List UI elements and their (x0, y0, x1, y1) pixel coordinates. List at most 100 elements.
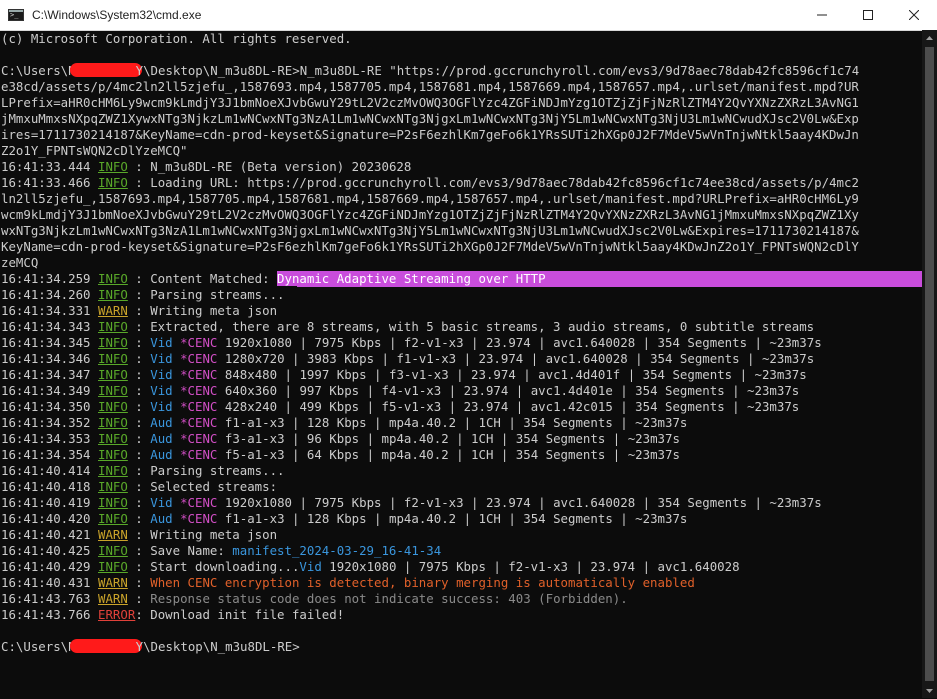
close-button[interactable] (891, 0, 937, 30)
stream-details: 1920x1080 | 7975 Kbps | f2-v1-x3 | 23.97… (217, 335, 822, 350)
timestamp: 16:41:34.259 (1, 271, 98, 286)
scroll-up-button[interactable] (922, 30, 937, 45)
log-level-info: INFO (98, 335, 128, 350)
timestamp: 16:41:40.418 (1, 479, 91, 494)
command-line: C:\Users\N Y\Desktop\N_m3u8DL-RE>N_m3u8DL… (1, 63, 922, 79)
log-level-info: INFO (98, 175, 128, 190)
scroll-down-button[interactable] (922, 683, 937, 698)
highlighted-protocol: Dynamic Adaptive Streaming over HTTP (277, 271, 546, 286)
prompt-line[interactable]: C:\Users\N Y\Desktop\N_m3u8DL-RE> (1, 639, 922, 655)
timestamp: 16:41:34.353 (1, 431, 91, 446)
timestamp: 16:41:34.343 (1, 319, 91, 334)
timestamp: 16:41:40.420 (1, 511, 91, 526)
error-message: : Download init file failed! (135, 607, 345, 622)
log-line: 16:41:40.414 INFO : Parsing streams... (1, 463, 922, 479)
command-continuation: ires=1711730214187&KeyName=cdn-prod-keys… (1, 127, 859, 142)
stream-line: 16:41:40.420 INFO : Aud *CENC f1-a1-x3 |… (1, 511, 688, 526)
stream-details: f1-a1-x3 | 128 Kbps | mp4a.40.2 | 1CH | … (217, 415, 688, 430)
log-level-info: INFO (98, 511, 128, 526)
command-continuation: e38cd/assets/p/4mc2ln2ll5zjefu_,1587693.… (1, 79, 859, 94)
command-continuation: LPrefix=aHR0cHM6Ly9wcm9kLmdjY3J1bmNoeXJv… (1, 95, 859, 110)
status-warning-text: Response status code does not indicate s… (150, 591, 628, 606)
timestamp: 16:41:40.431 (1, 575, 91, 590)
timestamp: 16:41:33.444 (1, 159, 91, 174)
timestamp: 16:41:40.414 (1, 463, 91, 478)
stream-line: 16:41:34.347 INFO : Vid *CENC 848x480 | … (1, 367, 807, 382)
stream-line: 16:41:34.346 INFO : Vid *CENC 1280x720 |… (1, 351, 815, 366)
vertical-scrollbar[interactable] (922, 30, 937, 698)
timestamp: 16:41:40.425 (1, 543, 91, 558)
log-continuation: wxNTg3NjkzLm1wNCwxNTg3NzA1Lm1wNCwxNTg3Nj… (1, 223, 859, 238)
timestamp: 16:41:34.331 (1, 303, 91, 318)
log-message: : Extracted, there are 8 streams, with 5… (127, 319, 815, 334)
cenc-tag: *CENC (180, 399, 218, 414)
log-level-info: INFO (98, 367, 128, 382)
timestamp: 16:41:34.352 (1, 415, 91, 430)
log-line: 16:41:40.429 INFO : Start downloading...… (1, 559, 922, 575)
log-line: 16:41:33.466 INFO : Loading URL: https:/… (1, 175, 859, 190)
stream-kind: Vid (150, 495, 173, 510)
timestamp: 16:41:40.429 (1, 559, 91, 574)
selected-stream-list: 16:41:40.419 INFO : Vid *CENC 1920x1080 … (0, 495, 922, 527)
stream-details: 1920x1080 | 7975 Kbps | f2-v1-x3 | 23.97… (321, 559, 740, 574)
minimize-button[interactable] (799, 0, 845, 30)
log-line: 16:41:43.763 WARN : Response status code… (1, 591, 922, 607)
timestamp: 16:41:40.419 (1, 495, 91, 510)
log-level-warn: WARN (98, 591, 128, 606)
prompt-prefix: C:\Users\N (1, 639, 76, 654)
console-output[interactable]: (c) Microsoft Corporation. All rights re… (0, 30, 922, 699)
stream-details: 428x240 | 499 Kbps | f5-v1-x3 | 23.974 |… (217, 399, 800, 414)
stream-line: 16:41:34.353 INFO : Aud *CENC f3-a1-x3 |… (1, 431, 680, 446)
scroll-thumb[interactable] (925, 47, 934, 681)
stream-details: 848x480 | 1997 Kbps | f3-v1-x3 | 23.974 … (217, 367, 807, 382)
log-message: Loading URL: https://prod.gccrunchyroll.… (150, 175, 859, 190)
log-level-info: INFO (98, 383, 128, 398)
cenc-tag: *CENC (180, 511, 218, 526)
log-level-info: INFO (98, 495, 128, 510)
stream-kind: Aud (150, 447, 173, 462)
log-level-info: INFO (98, 479, 128, 494)
log-line: 16:41:40.418 INFO : Selected streams: (1, 479, 922, 495)
log-level-info: INFO (98, 351, 128, 366)
log-message: : Writing meta json (127, 303, 278, 318)
save-name-value: manifest_2024-03-29_16-41-34 (232, 543, 442, 558)
log-level-info: INFO (98, 447, 128, 462)
log-continuation: wcm9kLmdjY3J1bmNoeXJvbGwuY29tL2V2czMvOWQ… (1, 207, 859, 222)
log-level-error: ERROR (98, 607, 136, 622)
timestamp: 16:41:43.766 (1, 607, 91, 622)
log-level-info: INFO (98, 319, 128, 334)
redaction-mark (69, 639, 142, 653)
timestamp: 16:41:34.350 (1, 399, 91, 414)
command-text: Y\Desktop\N_m3u8DL-RE>N_m3u8DL-RE "https… (135, 63, 860, 78)
maximize-button[interactable] (845, 0, 891, 30)
stream-details: 1280x720 | 3983 Kbps | f1-v1-x3 | 23.974… (217, 351, 815, 366)
timestamp: 16:41:34.260 (1, 287, 91, 302)
stream-line: 16:41:34.354 INFO : Aud *CENC f5-a1-x3 |… (1, 447, 680, 462)
scroll-up-icon (926, 35, 933, 40)
log-line: 16:41:40.431 WARN : When CENC encryption… (1, 575, 922, 591)
cenc-tag: *CENC (180, 367, 218, 382)
log-line: 16:41:43.766 ERROR: Download init file f… (1, 607, 922, 623)
log-message: : Start downloading... (127, 559, 300, 574)
stream-details: 640x360 | 997 Kbps | f4-v1-x3 | 23.974 |… (217, 383, 800, 398)
log-level-info: INFO (98, 543, 128, 558)
log-level-info: INFO (97, 271, 128, 286)
stream-line: 16:41:34.345 INFO : Vid *CENC 1920x1080 … (1, 335, 822, 350)
stream-kind: Vid (150, 335, 173, 350)
stream-details: 1920x1080 | 7975 Kbps | f2-v1-x3 | 23.97… (217, 495, 822, 510)
cenc-tag: *CENC (180, 335, 218, 350)
window-title: C:\Windows\System32\cmd.exe (32, 8, 202, 22)
timestamp: 16:41:34.349 (1, 383, 91, 398)
prompt-prefix: C:\Users\N (1, 63, 76, 78)
stream-details: f1-a1-x3 | 128 Kbps | mp4a.40.2 | 1CH | … (217, 511, 688, 526)
log-level-info: INFO (98, 287, 128, 302)
title-bar[interactable]: C:\Windows\System32\cmd.exe (0, 0, 937, 31)
log-level-warn: WARN (98, 303, 128, 318)
log-line: 16:41:34.331 WARN : Writing meta json (1, 303, 922, 319)
log-continuation: ln2ll5zjefu_,1587693.mp4,1587705.mp4,158… (1, 191, 859, 206)
log-level-warn: WARN (98, 527, 128, 542)
copyright-line: (c) Microsoft Corporation. All rights re… (1, 31, 352, 46)
stream-kind: Vid (150, 399, 173, 414)
timestamp: 16:41:33.466 (1, 175, 91, 190)
